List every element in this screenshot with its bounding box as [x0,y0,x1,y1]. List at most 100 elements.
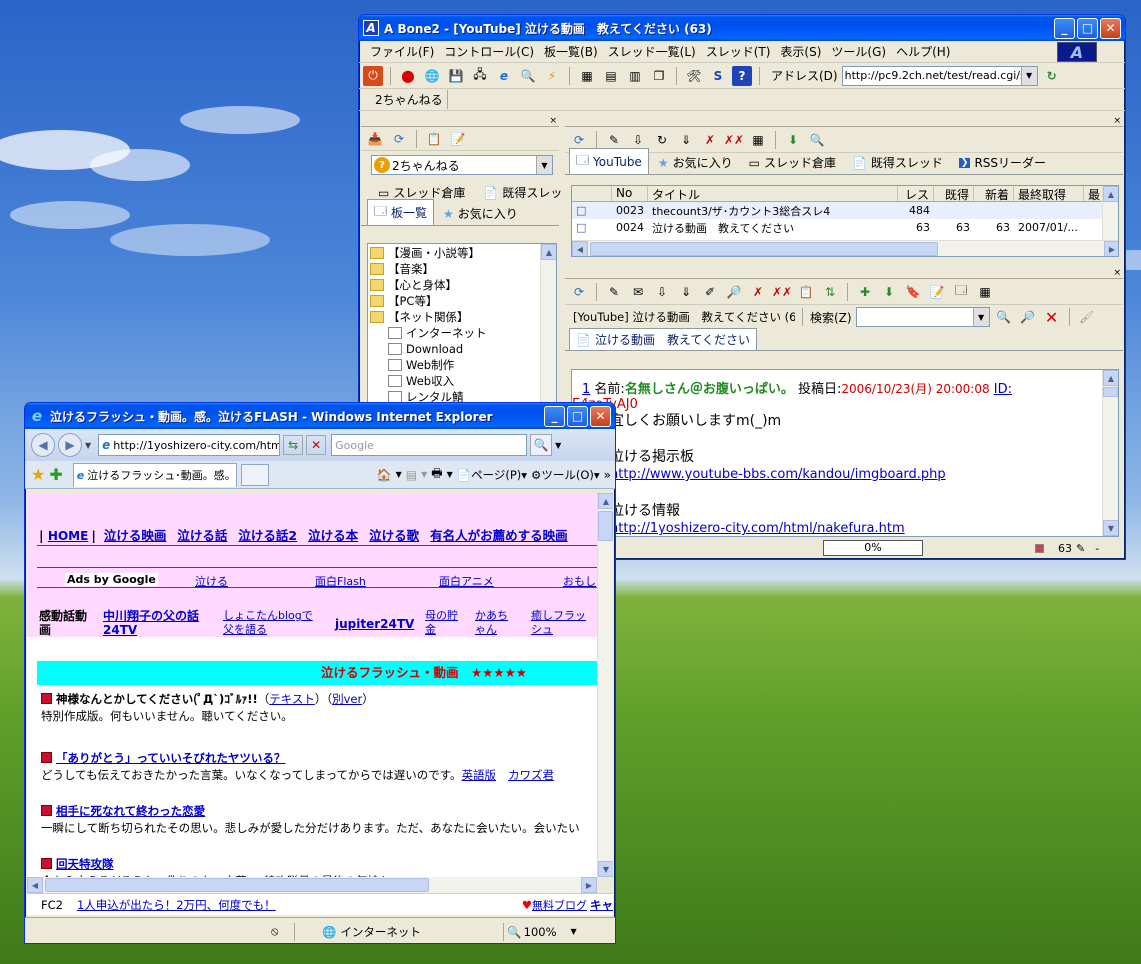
download-icon[interactable]: ⇩ [652,282,672,302]
chevron-down-icon[interactable]: ▼ [421,470,427,479]
list-scrollbar[interactable]: ▲ [1102,186,1118,242]
scroll-right-icon[interactable]: ▶ [1104,241,1118,256]
chevron-down-icon[interactable]: ▼ [85,441,91,450]
nav-link[interactable]: 泣ける話2 [238,528,297,543]
write-icon[interactable]: ✐ [700,282,720,302]
entry-desc-link[interactable]: カワズ君 [508,768,554,782]
refresh-icon[interactable]: ⟳ [389,129,409,149]
thread-scrollbar[interactable]: ▲ ▼ [1102,370,1118,536]
maximize-button[interactable]: □ [567,405,588,427]
pane-close-icon[interactable]: × [565,117,1123,127]
close-button[interactable]: ✕ [590,405,611,427]
maximize-button[interactable]: □ [1077,17,1098,39]
pen-icon[interactable]: ✎ [604,130,624,150]
menu-thread[interactable]: スレッド(T) [701,43,776,60]
col-last[interactable]: 最終取得 [1014,186,1084,201]
tools-icon[interactable]: 🛠 [684,66,704,86]
scroll-up-icon[interactable]: ▲ [1103,370,1118,386]
favorites-star-icon[interactable]: ★ [31,465,45,484]
entry-extra-link[interactable]: テキスト [269,692,315,706]
footer-link-2[interactable]: キャ [590,897,613,913]
feature-link-3[interactable]: jupiter24TV [335,617,414,631]
entry-title[interactable]: 相手に死なれて終わった恋愛 [56,804,205,818]
chevron-down-icon[interactable]: ▼ [555,441,561,450]
chevron-down-icon[interactable]: ▼ [396,470,402,479]
ie-icon[interactable]: e [494,66,514,86]
col-title[interactable]: タイトル [648,186,898,201]
refresh-icon[interactable]: ⟳ [569,282,589,302]
script-icon[interactable]: S [708,66,728,86]
entry-title[interactable]: 「ありがとう」っていいそびれたヤツいる？ [56,751,285,765]
chevron-down-icon[interactable]: ▼ [536,156,552,174]
col-new[interactable]: 新着 [974,186,1014,201]
entry-title[interactable]: 回天特攻隊 [56,857,114,871]
tree-item[interactable]: 【PC等】 [370,293,556,309]
bbs-combo[interactable]: ? 2ちゃんねる ▼ [371,155,553,175]
nav-link[interactable]: 有名人がお薦めする映画 [430,528,568,543]
grid-icon[interactable]: ▦ [748,130,768,150]
table-icon[interactable]: ▦ [975,282,995,302]
entry-extra-link[interactable]: 別ver [332,692,362,706]
chevron-down-icon[interactable]: ▼ [571,927,577,936]
tree-item[interactable]: 【音楽】 [370,261,556,277]
tree-item[interactable]: インターネット [370,325,556,341]
col-extra[interactable]: 最 [1084,186,1104,201]
scroll-down-icon[interactable]: ▼ [1103,520,1118,536]
address-combo[interactable]: http://pc9.2ch.net/test/read.cgi/st ▼ [841,65,1038,86]
chevron-down-icon[interactable]: ▼ [1020,66,1037,85]
save-down-icon[interactable]: ⬇ [879,282,899,302]
fetch-icon[interactable]: ⬇ [783,130,803,150]
tab-favorites[interactable]: ★ お気に入り [436,202,525,225]
scroll-thumb[interactable] [1103,387,1118,397]
search-combo[interactable]: ▼ [855,307,990,327]
search-icon[interactable]: 🔍 [807,130,827,150]
delete-all-icon[interactable]: ✗✗ [772,282,792,302]
search-icon[interactable]: 🔍 [994,307,1014,327]
reload-icon[interactable]: ↻ [652,130,672,150]
more-icon[interactable]: » [604,468,611,482]
tree-item[interactable]: 【漫画・小説等】 [370,245,556,261]
add-favorite-icon[interactable]: ✚ [49,465,62,484]
scroll-up-icon[interactable]: ▲ [1103,186,1118,202]
ie-address-bar[interactable]: e http://1yoshizero-city.com/htm [98,434,281,456]
feature-link-5[interactable]: かあちゃん [475,609,515,637]
menu-thread-list[interactable]: スレッド一覧(L) [603,43,701,60]
reply-icon[interactable]: ✉ [628,282,648,302]
info-icon[interactable]: 📋 [796,282,816,302]
entry-desc-link[interactable]: 英語版 [462,768,497,782]
page-menu[interactable]: 📄ページ(P)▾ [457,467,527,483]
note-icon[interactable]: 📝 [927,282,947,302]
ie-address-input[interactable]: http://1yoshizero-city.com/htm [113,439,279,452]
nav-link[interactable]: 泣ける歌 [369,528,419,543]
home-icon[interactable]: 🏠 [377,468,392,482]
delete-icon[interactable]: ✗ [700,130,720,150]
layout1-icon[interactable]: ▦ [577,66,597,86]
ie-hscrollbar[interactable]: ◀ ▶ [27,877,597,893]
post-id-label[interactable]: ID: [994,382,1012,397]
tab-rss[interactable]: ❯ RSSリーダー [952,151,1053,174]
zoom-level[interactable]: 100% [524,925,557,939]
clear-icon[interactable]: ✕ [1042,307,1062,327]
refresh-icon[interactable]: ⟳ [569,130,589,150]
close-button[interactable]: ✕ [1100,17,1121,39]
col-no[interactable]: No [612,186,648,201]
tab-thread[interactable]: 📄 泣ける動画 教えてください [569,328,757,350]
thread-title-field[interactable]: [YouTube] 泣ける動画 教えてください (63 [573,309,795,325]
feature-link-4[interactable]: 母の貯金 [425,609,465,637]
forward-button[interactable]: ▶ [58,433,82,457]
tree-item[interactable]: Web制作 [370,357,556,373]
refresh-button[interactable]: ⇆ [283,435,304,455]
scroll-thumb[interactable] [598,511,613,541]
window-icon[interactable]: 🗔 [951,282,971,302]
pane-close-icon[interactable]: × [361,117,559,127]
tab-youtube[interactable]: 🗔 YouTube [569,148,649,174]
updown-icon[interactable]: ⇅ [820,282,840,302]
address-input[interactable]: http://pc9.2ch.net/test/read.cgi/st [843,69,1021,82]
bookmark-icon[interactable]: 🔖 [903,282,923,302]
menu-tools[interactable]: ツール(G) [826,43,891,60]
minimize-button[interactable]: _ [1054,17,1075,39]
download-all-icon[interactable]: ⇓ [676,282,696,302]
save-icon[interactable]: 💾 [446,66,466,86]
chevron-down-icon[interactable]: ▼ [972,308,989,326]
ie-tab[interactable]: e 泣けるフラッシュ･動画。感。泣... [72,462,237,487]
